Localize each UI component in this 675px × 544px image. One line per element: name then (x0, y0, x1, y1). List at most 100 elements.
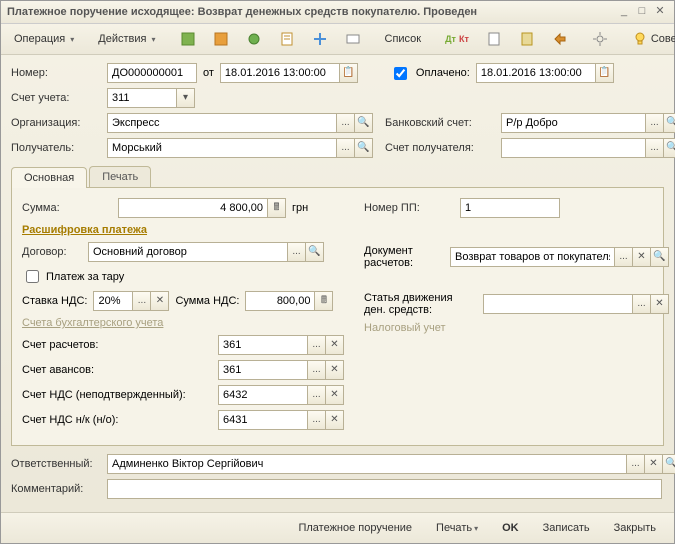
select-icon[interactable]: ... (627, 454, 645, 474)
decode-header: Расшифровка платежа (22, 224, 344, 236)
select-icon[interactable]: ... (308, 385, 326, 405)
search-icon[interactable]: 🔍 (651, 247, 669, 267)
pp-input[interactable] (460, 198, 560, 218)
paid-checkbox[interactable] (394, 67, 407, 80)
date2-input[interactable] (476, 63, 596, 83)
settings-icon[interactable] (585, 27, 615, 51)
vat-sum-input[interactable] (245, 291, 315, 311)
tool-icon-3[interactable] (239, 27, 269, 51)
operation-menu[interactable]: Операция (7, 29, 81, 49)
tax-header: Налоговый учет (364, 322, 669, 334)
a4-input[interactable] (218, 410, 308, 430)
save-button[interactable]: Записать (535, 519, 598, 537)
tab-print[interactable]: Печать (89, 166, 151, 187)
tool-icon-1[interactable] (173, 27, 203, 51)
dropdown-icon[interactable]: ▾ (177, 88, 195, 108)
a1-input[interactable] (218, 335, 308, 355)
resp-input[interactable] (107, 454, 627, 474)
search-icon[interactable]: 🔍 (355, 113, 373, 133)
calendar-icon[interactable]: 📋 (596, 63, 614, 83)
clear-icon[interactable]: ✕ (326, 360, 344, 380)
advice-button[interactable]: Советы (625, 27, 675, 51)
window-title: Платежное поручение исходящее: Возврат д… (7, 6, 614, 18)
org-input[interactable] (107, 113, 337, 133)
date1-input[interactable] (220, 63, 340, 83)
clear-icon[interactable]: ✕ (326, 385, 344, 405)
payment-order-button[interactable]: Платежное поручение (290, 519, 420, 537)
vat-rate-input[interactable] (93, 291, 133, 311)
select-icon[interactable]: ... (133, 291, 151, 311)
clear-icon[interactable]: ✕ (326, 335, 344, 355)
a2-input[interactable] (218, 360, 308, 380)
clear-icon[interactable]: ✕ (633, 247, 651, 267)
search-icon[interactable]: 🔍 (664, 113, 675, 133)
comment-input[interactable] (107, 479, 662, 499)
tool-icon-6[interactable] (338, 27, 368, 51)
tab-main[interactable]: Основная (11, 167, 87, 188)
tool-icon-8[interactable] (512, 27, 542, 51)
tare-checkbox[interactable] (26, 270, 39, 283)
calc-icon[interactable]: 🖩 (268, 198, 286, 218)
search-icon[interactable]: 🔍 (355, 138, 373, 158)
dtkt-icon[interactable]: ДтКт (438, 30, 476, 48)
select-icon[interactable]: ... (308, 410, 326, 430)
vat-sum-label: Сумма НДС: (175, 295, 239, 307)
tool-icon-4[interactable] (272, 27, 302, 51)
list-button[interactable]: Список (378, 29, 429, 49)
search-icon[interactable]: 🔍 (663, 454, 675, 474)
search-icon[interactable]: 🔍 (664, 138, 675, 158)
select-icon[interactable]: ... (337, 113, 355, 133)
minimize-button[interactable]: _ (616, 5, 632, 19)
select-icon[interactable]: ... (646, 113, 664, 133)
paid-label: Оплачено: (416, 67, 470, 79)
recip-acc-label: Счет получателя: (385, 142, 495, 154)
bank-label: Банковский счет: (385, 117, 495, 129)
print-button[interactable]: Печать (428, 519, 486, 537)
resp-label: Ответственный: (11, 458, 101, 470)
tool-icon-2[interactable] (206, 27, 236, 51)
clear-icon[interactable]: ✕ (151, 291, 169, 311)
tool-icon-5[interactable] (305, 27, 335, 51)
doc-input[interactable] (450, 247, 615, 267)
calc-icon[interactable]: 🖩 (315, 291, 333, 311)
bank-input[interactable] (501, 113, 646, 133)
actions-menu[interactable]: Действия (91, 29, 162, 49)
clear-icon[interactable]: ✕ (326, 410, 344, 430)
clear-icon[interactable]: ✕ (651, 294, 669, 314)
tool-icon-7[interactable] (479, 27, 509, 51)
calendar-icon[interactable]: 📋 (340, 63, 358, 83)
a3-input[interactable] (218, 385, 308, 405)
sum-input[interactable] (118, 198, 268, 218)
acc-header: Счета бухгалтерского учета (22, 317, 344, 329)
number-input[interactable] (107, 63, 197, 83)
close-button[interactable]: ✕ (652, 5, 668, 19)
tare-label: Платеж за тару (46, 271, 124, 283)
select-icon[interactable]: ... (646, 138, 664, 158)
select-icon[interactable]: ... (288, 242, 306, 262)
sum-label: Сумма: (22, 202, 112, 214)
select-icon[interactable]: ... (633, 294, 651, 314)
recip-input[interactable] (107, 138, 337, 158)
select-icon[interactable]: ... (337, 138, 355, 158)
number-label: Номер: (11, 67, 101, 79)
select-icon[interactable]: ... (308, 335, 326, 355)
contract-input[interactable] (88, 242, 288, 262)
doc-label: Документ расчетов: (364, 245, 444, 269)
currency-label: грн (292, 202, 308, 214)
maximize-button[interactable]: □ (634, 5, 650, 19)
org-label: Организация: (11, 117, 101, 129)
contract-label: Договор: (22, 246, 82, 258)
clear-icon[interactable]: ✕ (645, 454, 663, 474)
ok-button[interactable]: OK (494, 519, 527, 537)
account-input[interactable] (107, 88, 177, 108)
close-button[interactable]: Закрыть (606, 519, 664, 537)
a4-label: Счет НДС н/к (н/о): (22, 414, 212, 426)
tool-icon-9[interactable] (545, 27, 575, 51)
flow-input[interactable] (483, 294, 633, 314)
select-icon[interactable]: ... (615, 247, 633, 267)
select-icon[interactable]: ... (308, 360, 326, 380)
account-label: Счет учета: (11, 92, 101, 104)
recip-acc-input[interactable] (501, 138, 646, 158)
recip-label: Получатель: (11, 142, 101, 154)
search-icon[interactable]: 🔍 (306, 242, 324, 262)
